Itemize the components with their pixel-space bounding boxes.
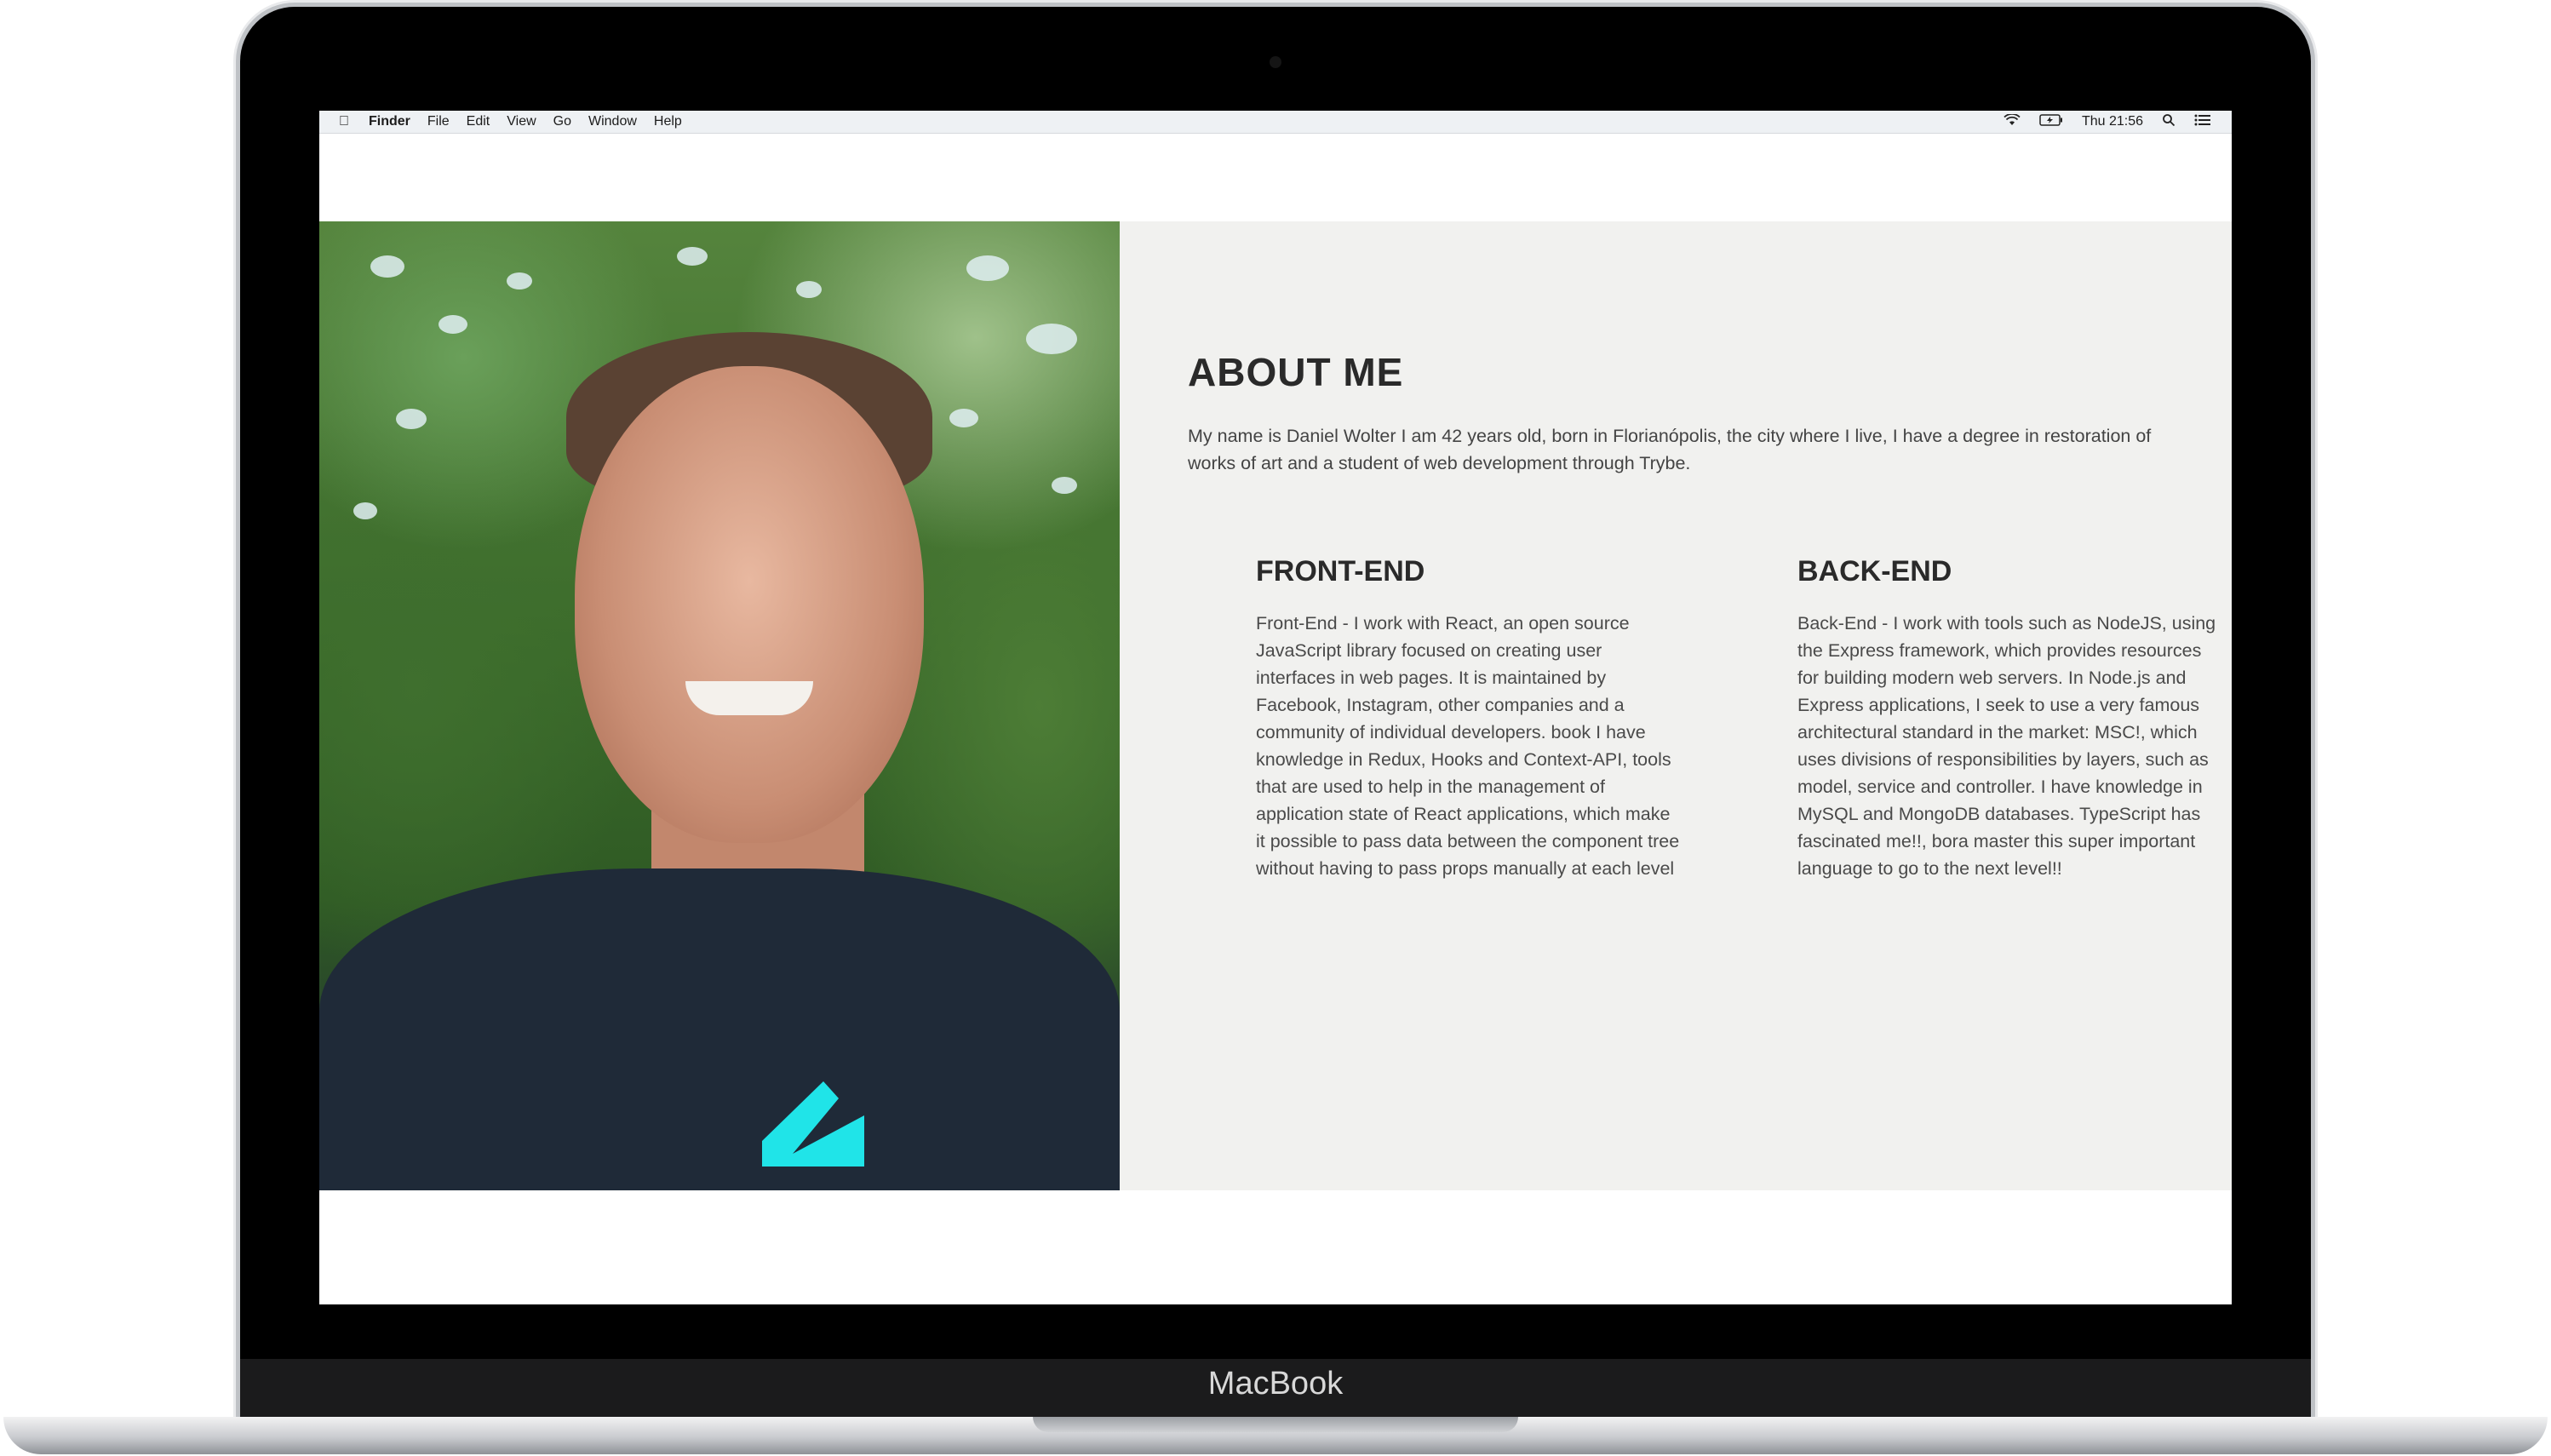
foliage-highlight: [396, 409, 427, 429]
apple-icon[interactable]: : [336, 114, 352, 129]
menu-bar:  Finder File Edit View Go Window Help T…: [319, 111, 2232, 134]
about-title: ABOUT ME: [1188, 350, 1404, 394]
foliage-highlight: [1052, 477, 1077, 494]
search-icon[interactable]: [2162, 113, 2176, 131]
device-brand-label: MacBook: [1207, 1366, 1344, 1402]
about-panel: ABOUT ME My name is Daniel Wolter I am 4…: [1120, 221, 2232, 1190]
list-icon[interactable]: [2194, 114, 2211, 130]
about-text: My name is Daniel Wolter I am 42 years o…: [1188, 426, 2152, 473]
foliage-highlight: [439, 315, 467, 334]
camera-icon: [1270, 56, 1281, 68]
profile-photo: [319, 221, 1120, 1190]
foliage-highlight: [966, 255, 1009, 281]
foliage-highlight: [677, 247, 708, 266]
menu-item-view[interactable]: View: [507, 114, 536, 129]
frontend-title: FRONT-END: [1256, 555, 1425, 588]
foliage-highlight: [949, 409, 978, 427]
smile: [685, 681, 813, 715]
laptop-notch: [1033, 1417, 1518, 1432]
menu-item-finder[interactable]: Finder: [369, 114, 410, 129]
screen:  Finder File Edit View Go Window Help T…: [319, 111, 2232, 1304]
shirt: [319, 868, 1120, 1190]
backend-title: BACK-END: [1797, 555, 1952, 588]
battery-icon[interactable]: [2039, 113, 2063, 130]
status-area: Thu 21:56: [1985, 111, 2211, 133]
foliage-highlight: [353, 502, 377, 519]
foliage-highlight: [1026, 324, 1077, 354]
foliage-highlight: [370, 255, 404, 278]
frontend-text: Front-End - I work with React, an open s…: [1256, 613, 1680, 879]
menu-item-file[interactable]: File: [427, 114, 450, 129]
menu-item-go[interactable]: Go: [553, 114, 571, 129]
face: [575, 366, 924, 843]
backend-text: Back-End - I work with tools such as Nod…: [1797, 613, 2216, 879]
clock[interactable]: Thu 21:56: [2082, 114, 2143, 129]
menu-item-window[interactable]: Window: [588, 114, 637, 129]
foliage-highlight: [796, 281, 822, 298]
wifi-icon[interactable]: [2004, 112, 2021, 130]
menu-item-edit[interactable]: Edit: [467, 114, 490, 129]
foliage-highlight: [507, 272, 532, 289]
menu-item-help[interactable]: Help: [654, 114, 682, 129]
